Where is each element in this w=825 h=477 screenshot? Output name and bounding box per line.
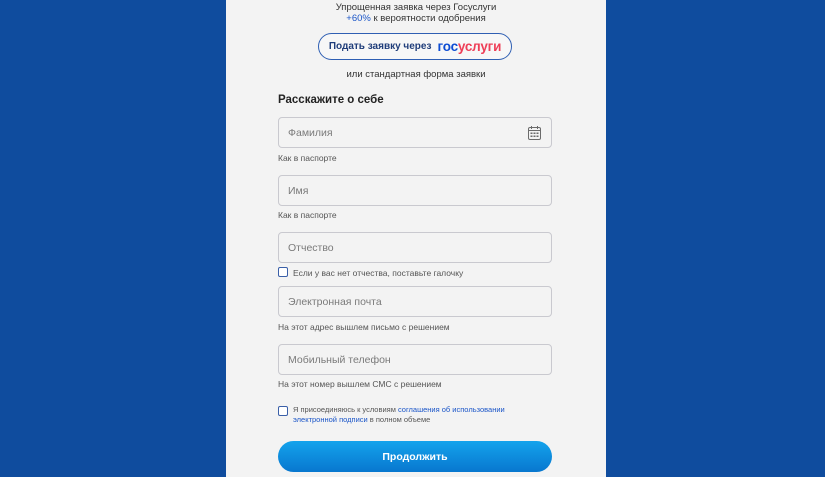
consent-text: Я присоединяюсь к условиям соглашения об… xyxy=(293,405,543,424)
section-title: Расскажите о себе xyxy=(278,94,384,106)
phone-input[interactable] xyxy=(279,345,551,374)
email-field[interactable] xyxy=(278,286,552,317)
surname-field[interactable] xyxy=(278,117,552,148)
no-patronymic-checkbox[interactable] xyxy=(278,267,288,277)
surname-input[interactable] xyxy=(279,118,551,147)
name-field[interactable] xyxy=(278,175,552,206)
gosuslugi-logo: госуслуги xyxy=(437,39,501,54)
gosuslugi-logo-part2: услуги xyxy=(457,39,502,54)
standard-form-caption: или стандартная форма заявки xyxy=(346,69,486,80)
approval-boost-label: к вероятности одобрения xyxy=(370,13,486,24)
approval-boost-text: +60% к вероятности одобрения xyxy=(226,13,606,24)
consent-checkbox[interactable] xyxy=(278,406,288,416)
consent-suffix: в полном объеме xyxy=(367,414,431,424)
name-hint: Как в паспорте xyxy=(278,210,337,220)
gosuslugi-promo-text: Упрощенная заявка через Госуслуги xyxy=(335,2,497,13)
email-hint: На этот адрес вышлем письмо с решением xyxy=(278,322,450,332)
patronymic-input[interactable] xyxy=(279,233,551,262)
phone-hint: На этот номер вышлем СМС с решением xyxy=(278,379,442,389)
email-input[interactable] xyxy=(279,287,551,316)
consent-prefix: Я присоединяюсь к условиям xyxy=(293,405,398,414)
name-input[interactable] xyxy=(279,176,551,205)
patronymic-field[interactable] xyxy=(278,232,552,263)
calendar-icon[interactable] xyxy=(528,126,541,140)
application-form-card: Упрощенная заявка через Госуслуги +60% к… xyxy=(226,0,606,477)
gosuslugi-apply-button[interactable]: Подать заявку через госуслуги xyxy=(318,33,512,60)
continue-button[interactable]: Продолжить xyxy=(278,441,552,472)
phone-field[interactable] xyxy=(278,344,552,375)
approval-boost-percent: +60% xyxy=(346,13,371,24)
gosuslugi-logo-part1: гос xyxy=(437,39,458,54)
no-patronymic-label: Если у вас нет отчества, поставьте галоч… xyxy=(293,268,464,278)
gosuslugi-button-label: Подать заявку через xyxy=(328,41,432,52)
surname-hint: Как в паспорте xyxy=(278,153,337,163)
